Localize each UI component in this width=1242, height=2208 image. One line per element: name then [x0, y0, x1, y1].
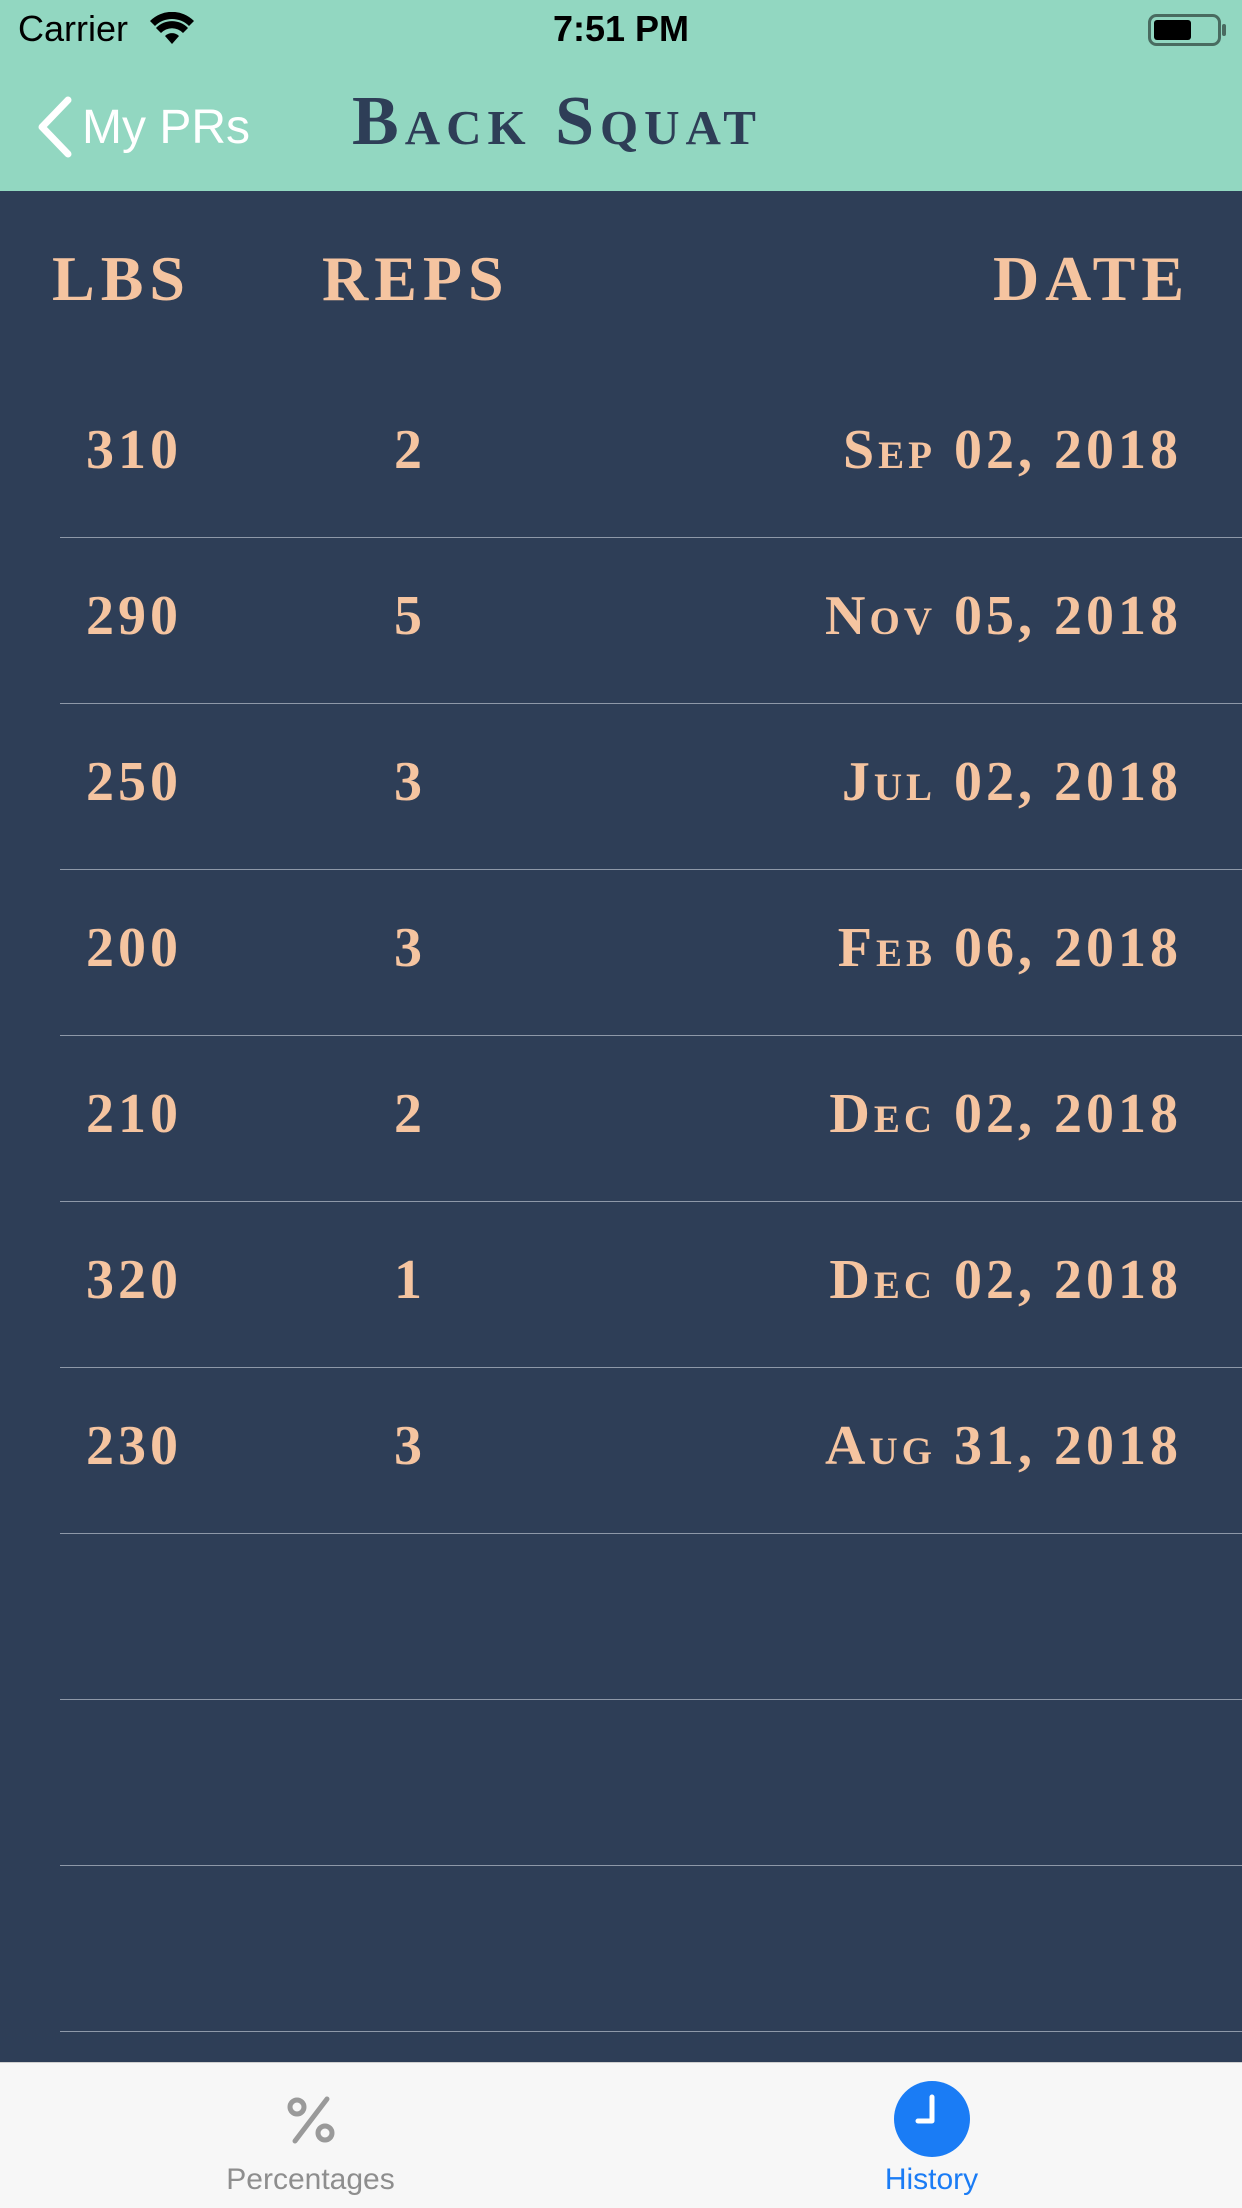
tab-percentages[interactable]: Percentages	[0, 2063, 621, 2208]
tab-history-label: History	[884, 2163, 979, 2196]
status-time: 7:51 PM	[552, 8, 690, 49]
page-title: Back Squat	[352, 83, 762, 160]
table-row[interactable]: 210 2 Dec 02, 2018	[60, 1036, 1242, 1202]
clock-icon	[893, 2081, 970, 2157]
row-date: Aug 31, 2018	[825, 1415, 1182, 1477]
column-header-lbs: LBS	[52, 243, 191, 314]
row-date: Nov 05, 2018	[825, 585, 1182, 647]
empty-table-row	[60, 1866, 1242, 2032]
table-row[interactable]: 290 5 Nov 05, 2018	[60, 538, 1242, 704]
row-reps: 2	[394, 1083, 426, 1145]
battery-icon	[1148, 14, 1226, 46]
tab-bar: Percentages History	[0, 2062, 1242, 2208]
row-reps: 3	[394, 751, 426, 813]
row-reps: 3	[394, 1415, 426, 1477]
row-reps: 2	[394, 419, 426, 481]
row-lbs: 250	[86, 751, 182, 813]
navigation-bar: Carrier 7:51 PM My PRs Back Squat	[0, 0, 1242, 191]
row-reps: 5	[394, 585, 426, 647]
empty-table-row	[60, 1534, 1242, 1700]
row-date: Sep 02, 2018	[843, 419, 1182, 481]
back-button[interactable]: My PRs	[34, 92, 250, 162]
tab-history[interactable]: History	[621, 2063, 1242, 2208]
back-button-label: My PRs	[82, 100, 250, 154]
column-header-reps: REPS	[322, 243, 510, 314]
row-lbs: 310	[86, 419, 182, 481]
row-date: Jul 02, 2018	[841, 751, 1182, 813]
row-reps: 1	[394, 1249, 426, 1311]
tab-percentages-label: Percentages	[226, 2163, 395, 2196]
chevron-left-icon	[38, 96, 72, 158]
table-row[interactable]: 250 3 Jul 02, 2018	[60, 704, 1242, 870]
row-lbs: 320	[86, 1249, 182, 1311]
row-date: Dec 02, 2018	[829, 1083, 1182, 1145]
empty-table-row	[60, 1700, 1242, 1866]
table-row[interactable]: 200 3 Feb 06, 2018	[60, 870, 1242, 1036]
table-row[interactable]: 320 1 Dec 02, 2018	[60, 1202, 1242, 1368]
row-lbs: 290	[86, 585, 182, 647]
percent-icon	[287, 2096, 334, 2144]
row-lbs: 200	[86, 917, 182, 979]
column-header-date: DATE	[992, 243, 1190, 314]
row-reps: 3	[394, 917, 426, 979]
row-lbs: 210	[86, 1083, 182, 1145]
pr-history-table: 310 2 Sep 02, 2018 290 5 Nov 05, 2018 25…	[0, 372, 1242, 2032]
table-row[interactable]: 230 3 Aug 31, 2018	[60, 1368, 1242, 1534]
row-date: Feb 06, 2018	[837, 917, 1182, 979]
table-row[interactable]: 310 2 Sep 02, 2018	[60, 372, 1242, 538]
row-date: Dec 02, 2018	[829, 1249, 1182, 1311]
row-lbs: 230	[86, 1415, 182, 1477]
